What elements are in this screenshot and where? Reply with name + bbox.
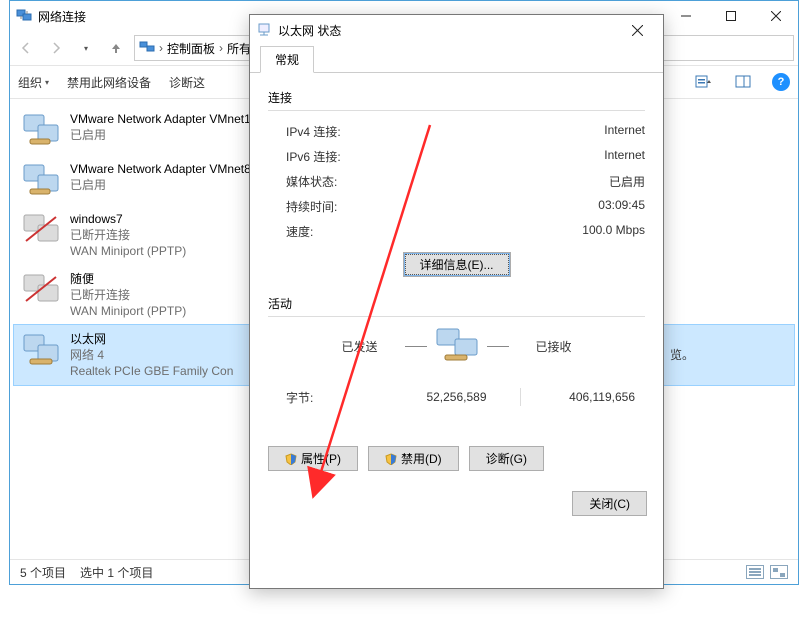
view-dropdown-icon[interactable]: [692, 71, 714, 93]
adapter-status: 已启用: [70, 177, 251, 193]
activity-group-label: 活动: [268, 295, 645, 312]
bytes-label: 字节:: [268, 389, 348, 406]
bytes-row: 字节: 52,256,589 406,119,656: [268, 388, 645, 406]
disable-device-button[interactable]: 禁用此网络设备: [67, 74, 151, 91]
adapter-icon: [22, 331, 62, 369]
shield-icon: [285, 453, 297, 465]
action-button-row: 属性(P) 禁用(D) 诊断(G): [268, 446, 645, 471]
dialog-close-button[interactable]: [617, 16, 657, 44]
up-button[interactable]: [104, 36, 128, 60]
breadcrumb-seg[interactable]: 控制面板: [167, 40, 215, 57]
ethernet-status-dialog: 以太网 状态 常规 连接 IPv4 连接:Internet IPv6 连接:In…: [249, 14, 664, 589]
dialog-body: 连接 IPv4 连接:Internet IPv6 连接:Internet 媒体状…: [250, 73, 663, 481]
status-count: 5 个项目: [20, 564, 66, 581]
diagnose-button[interactable]: 诊断这: [169, 74, 205, 91]
row-speed: 速度:100.0 Mbps: [268, 219, 645, 244]
shield-icon: [385, 453, 397, 465]
computer-icon: [433, 325, 481, 368]
dialog-title: 以太网 状态: [278, 22, 341, 39]
details-view-icon[interactable]: [746, 565, 764, 579]
adapter-icon: [22, 111, 62, 149]
breadcrumb-sep: ›: [219, 41, 223, 55]
row-media: 媒体状态:已启用: [268, 169, 645, 194]
recv-label: 已接收: [509, 338, 599, 355]
dash-icon: [487, 346, 509, 347]
adapter-device: WAN Miniport (PPTP): [70, 243, 186, 259]
details-button[interactable]: 详细信息(E)...: [403, 252, 511, 277]
back-button[interactable]: [14, 36, 38, 60]
network-icon: [16, 7, 32, 26]
adapter-name: 随便: [70, 271, 186, 287]
close-dialog-button[interactable]: 关闭(C): [572, 491, 647, 516]
adapter-name: VMware Network Adapter VMnet1: [70, 111, 251, 127]
adapter-device: Realtek PCIe GBE Family Con: [70, 363, 233, 379]
network-icon: [139, 40, 155, 57]
sent-label: 已发送: [315, 338, 405, 355]
body-text-fragment: 览。: [670, 346, 694, 363]
main-window-title: 网络连接: [38, 8, 86, 25]
connection-group-label: 连接: [268, 89, 645, 106]
ethernet-icon: [256, 21, 272, 40]
dash-icon: [405, 346, 427, 347]
maximize-button[interactable]: [708, 2, 753, 31]
forward-button[interactable]: [44, 36, 68, 60]
tab-general[interactable]: 常规: [260, 46, 314, 73]
properties-button[interactable]: 属性(P): [268, 446, 358, 471]
divider: [268, 316, 645, 317]
recv-bytes: 406,119,656: [545, 390, 645, 404]
diagnose-button[interactable]: 诊断(G): [469, 446, 544, 471]
adapter-name: 以太网: [70, 331, 233, 347]
adapter-name: windows7: [70, 211, 186, 227]
adapter-name: VMware Network Adapter VMnet8: [70, 161, 251, 177]
status-selected: 选中 1 个项目: [80, 564, 153, 581]
tab-strip: 常规: [250, 45, 663, 73]
dialog-titlebar[interactable]: 以太网 状态: [250, 15, 663, 45]
disable-button[interactable]: 禁用(D): [368, 446, 459, 471]
adapter-icon: [22, 161, 62, 199]
sent-bytes: 52,256,589: [397, 390, 497, 404]
help-icon[interactable]: ?: [772, 73, 790, 91]
adapter-status: 网络 4: [70, 347, 233, 363]
adapter-status: 已断开连接: [70, 287, 186, 303]
activity-grid: 已发送 已接收: [268, 325, 645, 368]
adapter-icon: [22, 211, 62, 249]
organize-menu[interactable]: 组织 ▾: [18, 74, 49, 91]
breadcrumb-sep: ›: [159, 41, 163, 55]
dialog-footer: 关闭(C): [250, 481, 663, 526]
row-duration: 持续时间:03:09:45: [268, 194, 645, 219]
minimize-button[interactable]: [663, 2, 708, 31]
row-ipv4: IPv4 连接:Internet: [268, 119, 645, 144]
adapter-status: 已启用: [70, 127, 251, 143]
recent-dropdown[interactable]: ▾: [74, 36, 98, 60]
large-icons-view-icon[interactable]: [770, 565, 788, 579]
close-button[interactable]: [753, 2, 798, 31]
adapter-status: 已断开连接: [70, 227, 186, 243]
preview-pane-icon[interactable]: [732, 71, 754, 93]
divider: [268, 110, 645, 111]
breadcrumb-seg[interactable]: 所有: [227, 40, 251, 57]
adapter-device: WAN Miniport (PPTP): [70, 303, 186, 319]
adapter-icon: [22, 271, 62, 309]
row-ipv6: IPv6 连接:Internet: [268, 144, 645, 169]
